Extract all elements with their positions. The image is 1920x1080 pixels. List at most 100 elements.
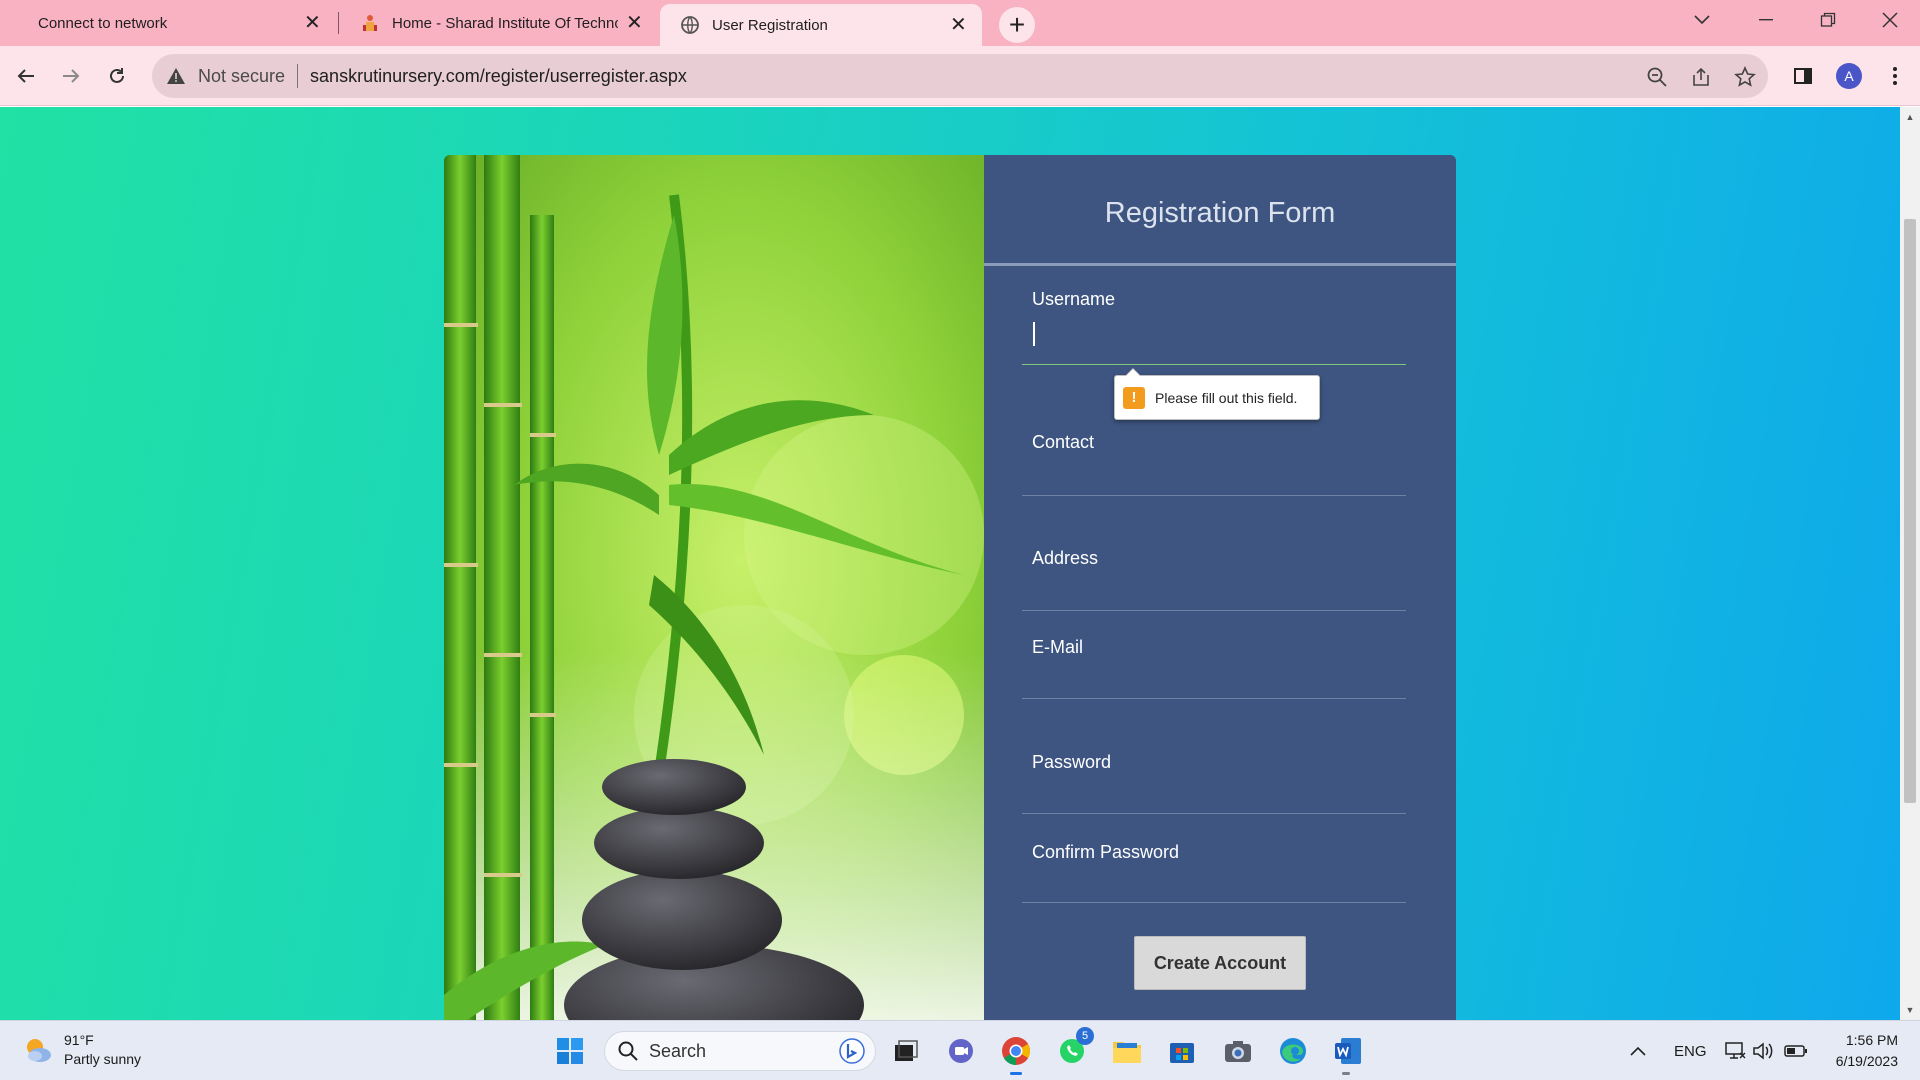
network-icon[interactable] (1724, 1021, 1746, 1080)
chrome-taskbar-button[interactable] (998, 1033, 1034, 1075)
share-icon[interactable] (1690, 66, 1712, 88)
search-label: Search (649, 1040, 707, 1061)
create-account-button[interactable]: Create Account (1134, 936, 1306, 990)
registration-card: Registration Form Username ! Please fill… (444, 155, 1456, 1020)
tab-title: Connect to network (38, 14, 168, 32)
edge-icon (1280, 1038, 1306, 1064)
store-icon (1170, 1043, 1194, 1063)
edge-button[interactable] (1275, 1033, 1311, 1069)
folder-icon (1113, 1042, 1141, 1063)
scroll-down-arrow-icon[interactable]: ▼ (1900, 1000, 1920, 1020)
taskbar-search[interactable]: Search (604, 1031, 876, 1071)
task-view-icon (895, 1040, 918, 1061)
validation-tooltip: ! Please fill out this field. (1114, 368, 1320, 420)
omnibox-divider (297, 64, 299, 88)
notification-badge: 5 (1076, 1027, 1094, 1045)
clock-time: 1:56 PM (1845, 1032, 1898, 1048)
scrollbar-thumb[interactable] (1904, 219, 1916, 803)
back-button[interactable] (10, 60, 42, 92)
whatsapp-button[interactable]: 5 (1054, 1027, 1094, 1069)
kebab-menu-icon (1893, 67, 1897, 85)
confirm-password-field[interactable] (1022, 847, 1406, 903)
tab-search-chevron-icon[interactable] (1676, 0, 1728, 40)
page-scrollbar[interactable]: ▲ ▼ (1900, 107, 1920, 1020)
open-app-indicator (1342, 1072, 1350, 1075)
teams-chat-button[interactable] (943, 1033, 979, 1069)
taskbar: 91°F Partly sunny Search 5 ENG 1:56 PM 6… (0, 1020, 1920, 1080)
close-window-button[interactable] (1864, 0, 1916, 40)
profile-button[interactable]: A (1833, 60, 1865, 92)
address-bar[interactable]: Not secure sanskrutinursery.com/register… (152, 54, 1768, 98)
plus-icon: + (1008, 9, 1026, 40)
side-panel-icon (1794, 68, 1812, 84)
teams-chat-icon (949, 1039, 973, 1063)
camera-icon (1225, 1041, 1251, 1062)
reload-button[interactable] (101, 60, 133, 92)
start-button[interactable] (552, 1033, 588, 1069)
language-indicator[interactable]: ENG (1674, 1021, 1707, 1080)
restore-button[interactable] (1802, 0, 1854, 40)
battery-icon[interactable] (1784, 1021, 1808, 1080)
tab-user-registration[interactable]: User Registration ✕ (660, 4, 982, 46)
volume-icon[interactable] (1752, 1021, 1774, 1080)
bing-icon[interactable] (839, 1038, 865, 1064)
arrow-right-icon (63, 69, 80, 83)
word-button[interactable] (1330, 1033, 1366, 1075)
microsoft-store-button[interactable] (1164, 1033, 1200, 1069)
camera-button[interactable] (1220, 1033, 1256, 1069)
zoom-icon[interactable] (1646, 66, 1668, 88)
warning-icon: ! (1123, 386, 1145, 409)
file-explorer-button[interactable] (1109, 1033, 1145, 1069)
password-field[interactable] (1022, 758, 1406, 814)
browser-menu-button[interactable] (1879, 60, 1911, 92)
email-field[interactable] (1022, 643, 1406, 699)
institute-favicon-icon (363, 15, 377, 31)
clock-date: 6/19/2023 (1835, 1053, 1898, 1069)
tab-close-icon[interactable]: ✕ (950, 15, 967, 35)
validation-message: Please fill out this field. (1155, 389, 1298, 406)
bookmark-star-icon[interactable] (1734, 66, 1756, 88)
tab-title: User Registration (712, 16, 828, 34)
url-text[interactable]: sanskrutinursery.com/register/userregist… (310, 66, 687, 87)
task-view-button[interactable] (888, 1033, 924, 1069)
tab-separator (338, 12, 339, 34)
tab-close-icon[interactable]: ✕ (626, 13, 643, 33)
avatar: A (1836, 63, 1862, 89)
title-divider (984, 263, 1456, 266)
forward-button[interactable] (55, 60, 87, 92)
tab-connect-to-network[interactable]: Connect to network ✕ (0, 0, 330, 46)
warning-triangle-icon[interactable] (166, 66, 186, 86)
tab-title: Home - Sharad Institute Of Technology (392, 14, 618, 32)
username-field[interactable] (1022, 323, 1406, 365)
reload-icon (110, 68, 124, 83)
search-icon (618, 1041, 638, 1061)
username-label: Username (1032, 289, 1116, 309)
text-caret (1033, 322, 1035, 346)
tab-close-icon[interactable]: ✕ (304, 13, 321, 33)
contact-field[interactable] (1022, 440, 1406, 496)
active-app-indicator (1010, 1072, 1022, 1075)
weather-description: Partly sunny (64, 1051, 142, 1067)
new-tab-button[interactable]: + (999, 7, 1035, 43)
tab-sharad-institute[interactable]: Home - Sharad Institute Of Technology ✕ (340, 0, 650, 46)
address-field[interactable] (1022, 555, 1406, 611)
security-status-label[interactable]: Not secure (198, 66, 285, 87)
system-clock[interactable]: 1:56 PM 6/19/2023 (1818, 1030, 1898, 1072)
globe-icon (681, 16, 699, 34)
tab-strip: Connect to network ✕ Home - Sharad Insti… (0, 0, 1920, 46)
weather-temperature: 91°F (64, 1032, 94, 1048)
registration-form: Registration Form Username ! Please fill… (984, 155, 1456, 1020)
chevron-up-icon (1630, 1046, 1646, 1056)
weather-widget[interactable]: 91°F Partly sunny (22, 1031, 141, 1069)
form-title: Registration Form (1104, 197, 1336, 229)
page-viewport: Registration Form Username ! Please fill… (0, 107, 1900, 1020)
side-panel-button[interactable] (1787, 60, 1819, 92)
show-hidden-icons-button[interactable] (1630, 1021, 1646, 1080)
bamboo-stones-image (444, 155, 984, 1020)
browser-toolbar: Not secure sanskrutinursery.com/register… (0, 46, 1920, 106)
windows-logo-icon (557, 1038, 583, 1064)
scroll-up-arrow-icon[interactable]: ▲ (1900, 107, 1920, 127)
chrome-icon (1002, 1037, 1030, 1065)
minimize-button[interactable] (1740, 0, 1792, 40)
arrow-left-icon (17, 69, 34, 83)
